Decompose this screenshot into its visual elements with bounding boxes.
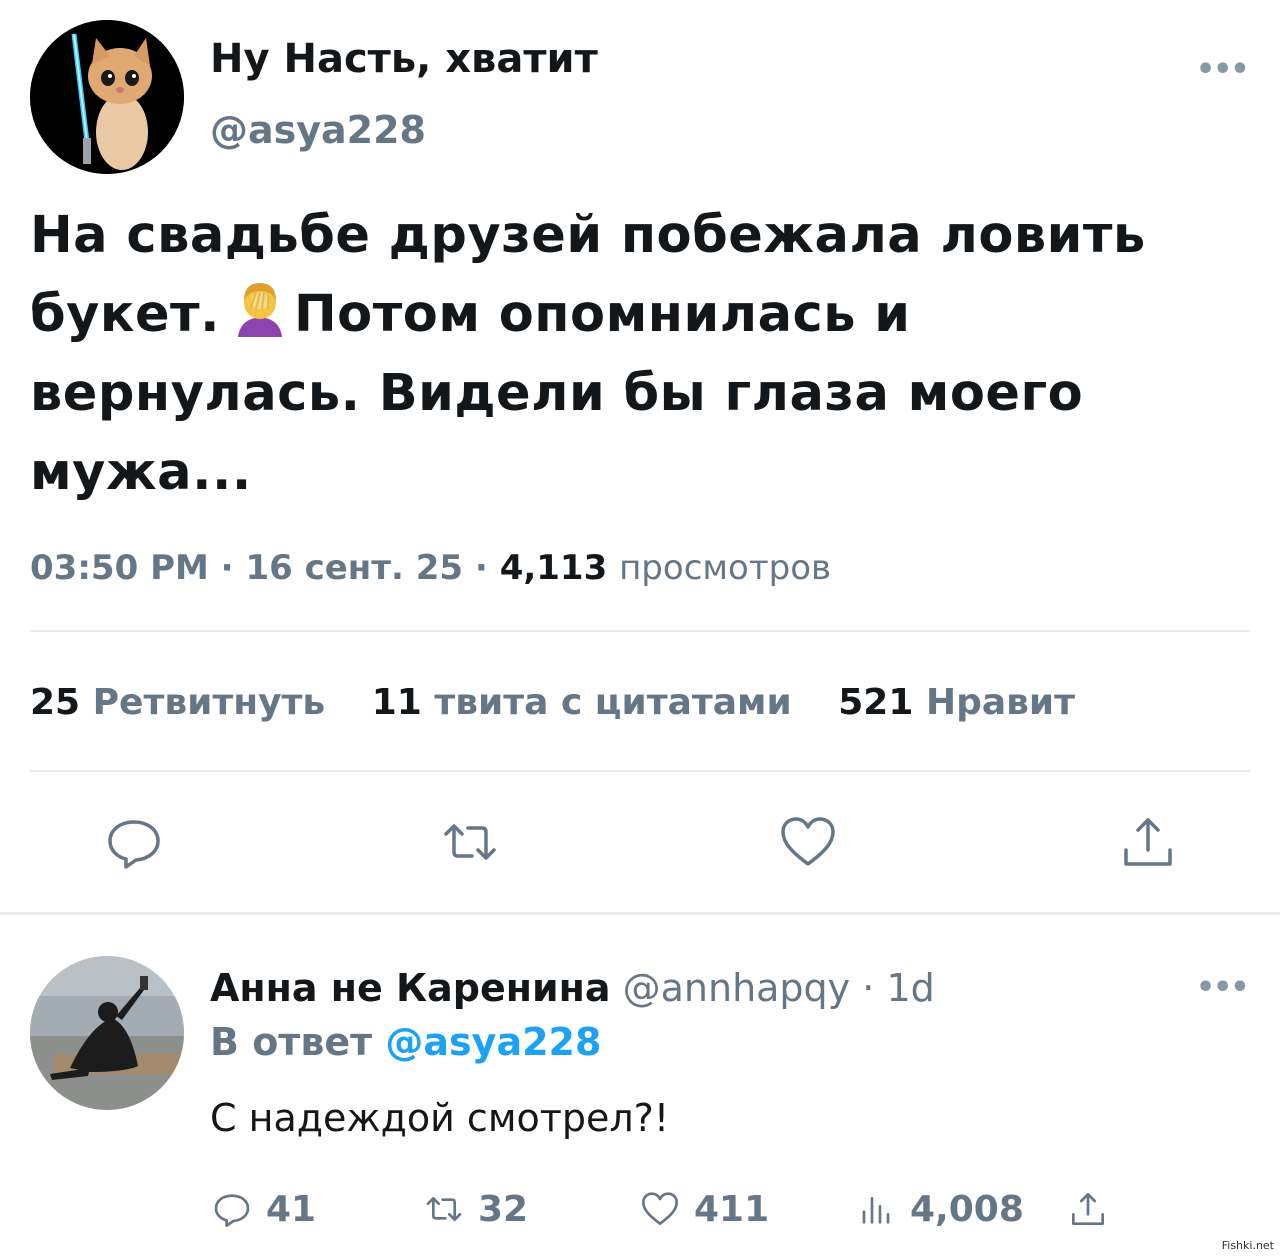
divider xyxy=(30,770,1250,772)
reply-like-button[interactable]: 411 xyxy=(640,1186,769,1232)
tweet-meta: 03:50 PM · 16 сент. 25 · 4,113 просмотро… xyxy=(30,548,831,588)
author-avatar[interactable] xyxy=(30,20,184,174)
more-options-icon[interactable]: ••• xyxy=(1196,52,1250,87)
in-reply-to: В ответ @asya228 xyxy=(210,1020,601,1064)
tweet-stats: 25 Ретвитнуть 11 твита с цитатами 521 Нр… xyxy=(30,682,1075,723)
tweet-time[interactable]: 03:50 PM xyxy=(30,548,209,588)
meta-separator: · xyxy=(220,548,234,588)
reply-author-name[interactable]: Анна не Каренина xyxy=(210,966,611,1010)
reply-more-options-icon[interactable]: ••• xyxy=(1196,970,1250,1005)
retweet-icon[interactable] xyxy=(440,812,500,872)
author-handle[interactable]: @asya228 xyxy=(210,108,426,152)
comment-icon xyxy=(214,1194,250,1227)
reply-comment-count: 41 xyxy=(266,1188,317,1230)
quotes-stat[interactable]: 11 твита с цитатами xyxy=(372,682,792,723)
comment-icon[interactable] xyxy=(104,812,164,872)
retweets-stat[interactable]: 25 Ретвитнуть xyxy=(30,682,325,723)
reply-retweet-count: 32 xyxy=(478,1188,529,1230)
reply-share-button[interactable] xyxy=(1068,1186,1108,1232)
tweet-text-line: вернулась. Видели бы глаза моего xyxy=(30,364,1084,423)
retweets-label: Ретвитнуть xyxy=(92,682,326,723)
site-watermark: Fishki.net xyxy=(1221,1239,1274,1252)
reply-retweet-button[interactable]: 32 xyxy=(424,1186,528,1232)
tweet-text-line: мужа... xyxy=(30,443,252,502)
thread-separator xyxy=(0,912,1280,915)
meta-separator: · xyxy=(474,548,488,588)
tweet-text-line-with-emoji: букет. Потом опомнилась и xyxy=(30,275,1260,354)
reply-age[interactable]: 1d xyxy=(886,966,934,1010)
tweet-text: На свадьбе друзей побежала ловить букет.… xyxy=(30,196,1260,512)
tweet-date[interactable]: 16 сент. 25 xyxy=(245,548,463,588)
share-icon[interactable] xyxy=(1118,812,1178,872)
in-reply-to-label: В ответ xyxy=(210,1020,373,1064)
reply-text: С надеждой смотрел?! xyxy=(210,1096,670,1140)
tweet-text-segment: букет. xyxy=(30,285,220,344)
divider xyxy=(30,630,1250,632)
reply-author-avatar[interactable] xyxy=(30,956,184,1110)
author-name[interactable]: Ну Насть, хватит xyxy=(210,36,598,82)
views-count: 4,113 xyxy=(499,548,608,588)
reply-views-count: 4,008 xyxy=(910,1188,1024,1230)
header-separator: · xyxy=(862,966,875,1010)
retweet-icon xyxy=(426,1197,462,1221)
likes-count: 521 xyxy=(838,682,914,723)
kitten-lightsaber-avatar-image xyxy=(30,20,184,174)
quotes-count: 11 xyxy=(371,682,422,723)
quotes-label: твита с цитатами xyxy=(434,682,792,723)
bar-chart-icon xyxy=(862,1197,890,1224)
reply-views-button[interactable]: 4,008 xyxy=(856,1186,1024,1232)
heart-icon[interactable] xyxy=(778,812,838,872)
heart-icon xyxy=(642,1192,678,1225)
likes-stat[interactable]: 521 Нравит xyxy=(838,682,1075,723)
tweet-text-segment: Потом опомнилась и xyxy=(294,285,911,344)
likes-label: Нравит xyxy=(925,682,1075,723)
reply-comment-button[interactable]: 41 xyxy=(212,1186,316,1232)
reply-header: Анна не Каренина @annhapqy · 1d xyxy=(210,966,935,1010)
views-label: просмотров xyxy=(619,548,832,588)
reply-author-handle[interactable]: @annhapqy xyxy=(623,966,851,1010)
reply-like-count: 411 xyxy=(694,1188,770,1230)
facepalm-woman-emoji-icon xyxy=(238,283,282,337)
share-icon xyxy=(1072,1193,1104,1225)
woman-selfie-avatar-image xyxy=(30,956,184,1110)
tweet-text-line: На свадьбе друзей побежала ловить xyxy=(30,206,1146,265)
retweets-count: 25 xyxy=(30,682,81,723)
in-reply-to-mention[interactable]: @asya228 xyxy=(385,1020,601,1064)
